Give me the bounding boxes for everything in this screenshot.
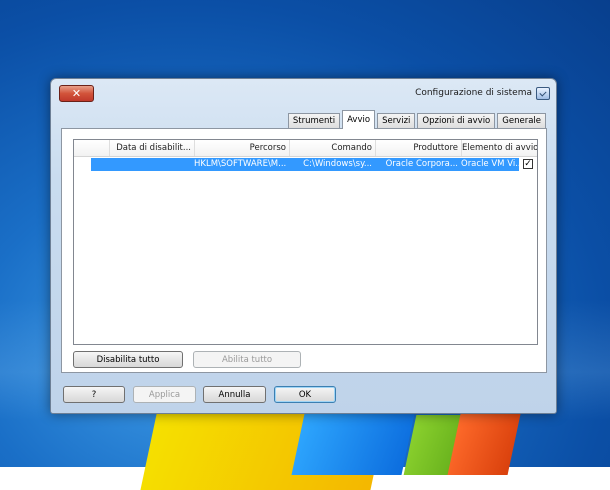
- tab-avvio[interactable]: Avvio: [342, 110, 376, 129]
- disable-all-button[interactable]: Disabilita tutto: [73, 351, 183, 368]
- list-header: Elemento di avvio Produttore Comando Per…: [74, 140, 537, 157]
- startup-items-list[interactable]: Elemento di avvio Produttore Comando Per…: [73, 139, 538, 345]
- help-button[interactable]: ?: [63, 386, 125, 403]
- cancel-button[interactable]: Annulla: [203, 386, 266, 403]
- tab-opzioni-di-avvio[interactable]: Opzioni di avvio: [417, 113, 496, 129]
- column-header-date-disabled[interactable]: Data di disabilit...: [109, 140, 194, 156]
- msconfig-icon: [536, 87, 550, 100]
- title-bar[interactable]: ✕ Configurazione di sistema: [51, 79, 556, 107]
- tab-strip: Generale Opzioni di avvio Servizi Avvio …: [286, 110, 546, 129]
- close-button[interactable]: ✕: [59, 85, 94, 102]
- startup-item-checkbox[interactable]: ✓: [523, 159, 533, 169]
- column-header-command[interactable]: Comando: [289, 140, 375, 156]
- system-configuration-window: ✕ Configurazione di sistema Generale Opz…: [50, 78, 557, 414]
- apply-button[interactable]: Applica: [133, 386, 196, 403]
- tab-generale[interactable]: Generale: [497, 113, 546, 129]
- enable-all-button[interactable]: Abilita tutto: [193, 351, 301, 368]
- column-header-startup-item[interactable]: Elemento di avvio: [461, 140, 537, 156]
- cell-startup-item: Oracle VM Vi...: [461, 159, 519, 169]
- tab-servizi[interactable]: Servizi: [377, 113, 416, 129]
- startup-tab-panel: Elemento di avvio Produttore Comando Per…: [61, 128, 547, 373]
- cell-date-disabled: [109, 158, 194, 171]
- cell-manufacturer: Oracle Corpora...: [385, 159, 458, 169]
- cell-location: HKLM\SOFTWARE\M...: [194, 159, 287, 169]
- ok-button[interactable]: OK: [274, 386, 336, 403]
- cell-command: C:\Windows\sy...: [303, 159, 372, 169]
- window-title: Configurazione di sistema: [415, 88, 532, 98]
- column-header-manufacturer[interactable]: Produttore: [375, 140, 461, 156]
- table-row[interactable]: Oracle VM Vi... Oracle Corpora... C:\Win…: [91, 158, 519, 171]
- tab-strumenti[interactable]: Strumenti: [287, 113, 341, 129]
- column-header-location[interactable]: Percorso: [194, 140, 289, 156]
